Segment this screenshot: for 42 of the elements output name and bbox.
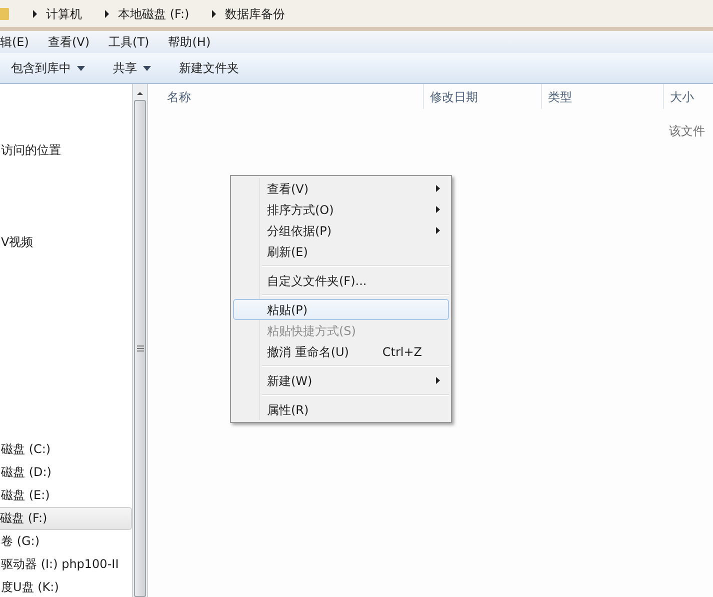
nav-item[interactable]: 度U盘 (K:) [0, 576, 132, 597]
toolbar-button[interactable]: 新建文件夹 [179, 59, 239, 77]
column-header[interactable]: 名称 [148, 84, 423, 109]
menu-item[interactable]: 工具(T) [108, 33, 150, 51]
menu-item[interactable]: 辑(E) [0, 33, 29, 51]
nav-item[interactable]: 卷 (G:) [0, 530, 132, 553]
menu-item[interactable]: 查看(V) [48, 33, 90, 51]
nav-item[interactable]: 访问的位置 [0, 139, 132, 162]
toolbar-button[interactable]: 共享 [113, 59, 151, 77]
menu-option[interactable]: 排序方式(O) [233, 199, 449, 220]
scrollbar[interactable] [132, 84, 148, 597]
column-header[interactable]: 大小 [663, 84, 713, 109]
nav-item[interactable]: 驱动器 (I:) php100-II [0, 553, 132, 576]
nav-item[interactable]: 磁盘 (D:) [0, 461, 132, 484]
menu-item[interactable]: 帮助(H) [168, 33, 211, 51]
folder-icon [0, 6, 10, 22]
empty-folder-message: 该文件 [669, 123, 706, 140]
menu-option[interactable]: 刷新(E) [233, 241, 449, 262]
nav-item[interactable]: V视频 [0, 231, 132, 254]
menu-option[interactable]: 粘贴(P) [233, 299, 449, 320]
column-header[interactable]: 修改日期 [423, 84, 541, 109]
breadcrumb-item[interactable]: 数据库备份 [225, 4, 286, 22]
chevron-icon[interactable] [211, 10, 218, 18]
menu-option[interactable]: 撤消 重命名(U) Ctrl+Z [233, 341, 449, 362]
menu-option[interactable]: 新建(W) [233, 370, 449, 391]
menu-option[interactable]: 查看(V) [233, 178, 449, 199]
menu-option[interactable]: 属性(R) [233, 399, 449, 420]
shortcut-label: Ctrl+Z [382, 344, 422, 360]
scrollbar-thumb[interactable] [134, 100, 146, 597]
breadcrumb-item[interactable]: 计算机 [46, 4, 82, 22]
chevron-icon[interactable] [32, 10, 38, 18]
toolbar-button[interactable]: 包含到库中 [11, 59, 85, 77]
grip-icon [136, 345, 144, 352]
breadcrumb-item[interactable]: 本地磁盘 (F:) [118, 4, 190, 22]
nav-item[interactable]: 磁盘 (E:) [0, 484, 132, 507]
nav-item[interactable]: 磁盘 (F:) [0, 507, 132, 530]
chevron-icon[interactable] [104, 10, 110, 18]
menu-option[interactable]: 分组依据(P) [233, 220, 449, 241]
nav-item[interactable]: 磁盘 (C:) [0, 438, 132, 461]
column-header[interactable]: 类型 [541, 84, 663, 109]
menu-option[interactable]: 自定义文件夹(F)... [233, 270, 449, 291]
address-bar[interactable]: 计算机 本地磁盘 (F:) 数据库备份 [0, 0, 713, 31]
